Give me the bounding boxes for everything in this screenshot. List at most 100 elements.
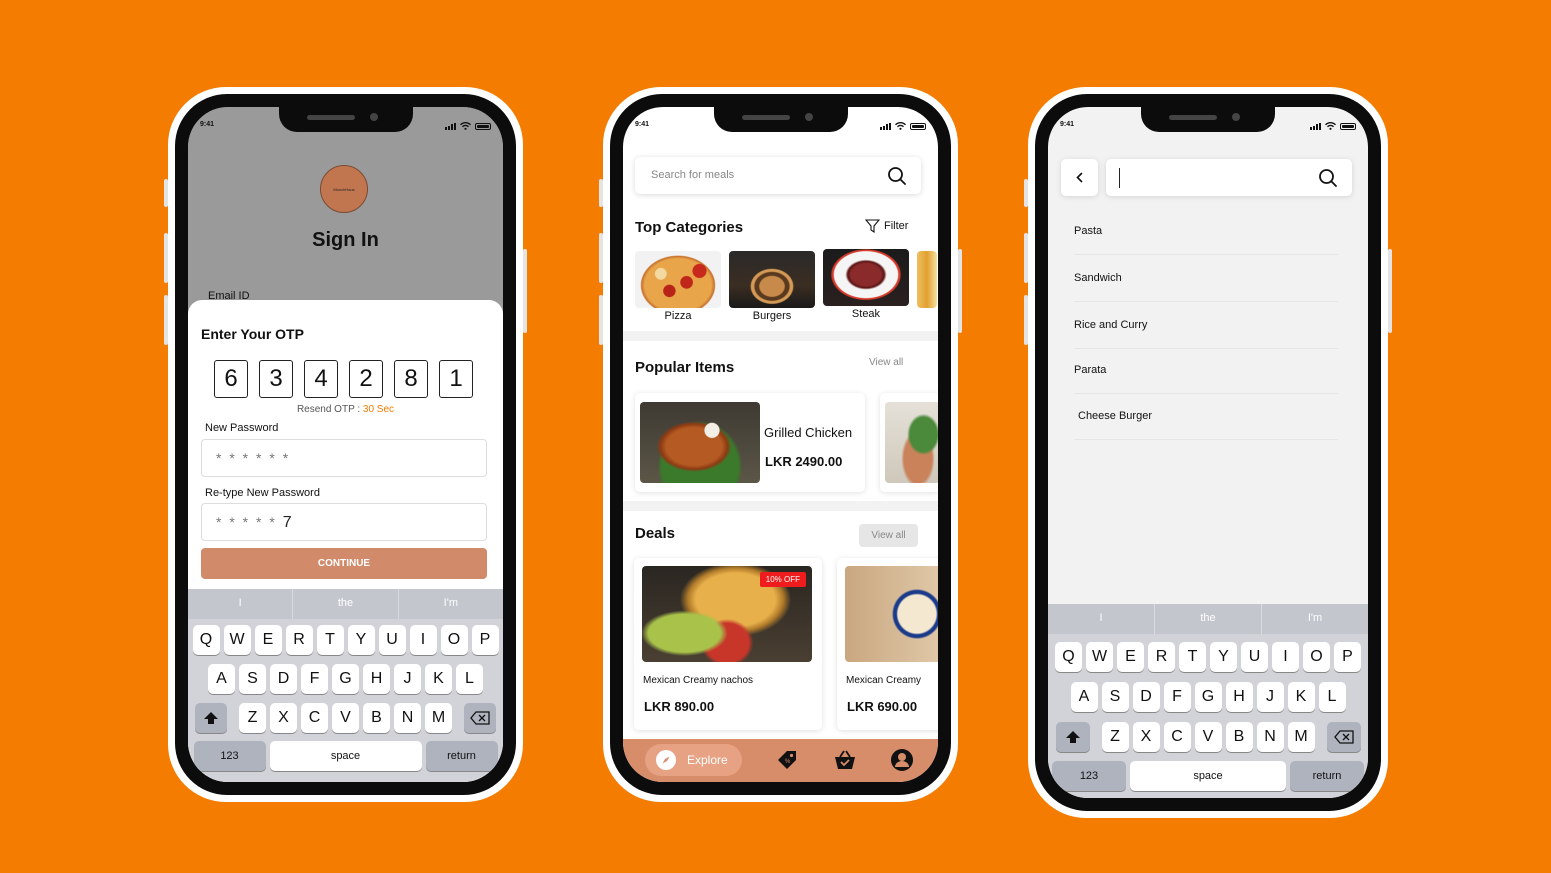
retype-password-field[interactable]: * * * * * 7 (201, 503, 487, 541)
delete-key[interactable] (464, 703, 496, 733)
basket-icon[interactable] (833, 748, 857, 772)
key-q[interactable]: Q (192, 625, 220, 655)
popular-view-all-link[interactable]: View all (869, 357, 903, 368)
key-w[interactable]: W (223, 625, 251, 655)
key-u[interactable]: U (1241, 642, 1268, 672)
key-g[interactable]: G (1194, 682, 1222, 712)
key-o[interactable]: O (440, 625, 468, 655)
key-f[interactable]: F (301, 664, 328, 694)
deals-tag-icon[interactable]: % (775, 748, 799, 772)
new-password-field[interactable]: * * * * * * (201, 439, 487, 477)
key-z[interactable]: Z (239, 703, 266, 733)
category-steak[interactable]: Steak (823, 249, 909, 320)
key-n[interactable]: N (394, 703, 421, 733)
key-e[interactable]: E (254, 625, 282, 655)
key-b[interactable]: B (363, 703, 390, 733)
continue-button[interactable]: CONTINUE (201, 548, 487, 579)
profile-icon[interactable] (890, 748, 914, 772)
key-p[interactable]: P (471, 625, 499, 655)
tab-explore[interactable]: Explore (645, 744, 742, 776)
key-o[interactable]: O (1303, 642, 1330, 672)
otp-digit-2[interactable]: 3 (259, 360, 293, 398)
filter-button[interactable]: Filter (865, 219, 908, 233)
deal-card[interactable]: 10% OFF Mexican Creamy nachos LKR 890.00 (634, 558, 822, 730)
key-t[interactable]: T (316, 625, 344, 655)
key-h[interactable]: H (363, 664, 390, 694)
key-z[interactable]: Z (1101, 722, 1129, 752)
key-d[interactable]: D (270, 664, 297, 694)
shift-key[interactable] (1055, 722, 1090, 752)
suggestion-1[interactable]: I (188, 589, 294, 619)
category-pizza[interactable]: Pizza (635, 251, 721, 322)
meal-search-input[interactable]: Search for meals (635, 157, 921, 194)
search-suggestion[interactable]: Sandwich (1074, 255, 1338, 302)
category-burgers[interactable]: Burgers (729, 251, 815, 322)
key-p[interactable]: P (1334, 642, 1361, 672)
key-u[interactable]: U (378, 625, 406, 655)
key-d[interactable]: D (1132, 682, 1160, 712)
suggestion-2[interactable]: the (293, 589, 399, 619)
key-v[interactable]: V (332, 703, 359, 733)
key-f[interactable]: F (1163, 682, 1191, 712)
search-suggestion[interactable]: Cheese Burger (1074, 393, 1338, 440)
delete-key[interactable] (1326, 722, 1361, 752)
numbers-key[interactable]: 123 (1052, 761, 1126, 791)
key-x[interactable]: X (1132, 722, 1160, 752)
search-icon[interactable] (887, 166, 907, 186)
suggestion-2[interactable]: the (1155, 604, 1262, 634)
key-k[interactable]: K (425, 664, 452, 694)
otp-digit-5[interactable]: 8 (394, 360, 428, 398)
key-q[interactable]: Q (1055, 642, 1082, 672)
key-l[interactable]: L (456, 664, 483, 694)
key-s[interactable]: S (1101, 682, 1129, 712)
resend-otp[interactable]: Resend OTP : 30 Sec (188, 404, 503, 415)
key-y[interactable]: Y (347, 625, 375, 655)
popular-item-card[interactable]: Grilled Chicken LKR 2490.00 (635, 393, 865, 492)
key-x[interactable]: X (270, 703, 297, 733)
return-key[interactable]: return (425, 741, 498, 771)
return-key[interactable]: return (1290, 761, 1364, 791)
key-k[interactable]: K (1287, 682, 1315, 712)
key-r[interactable]: R (285, 625, 313, 655)
otp-digit-4[interactable]: 2 (349, 360, 383, 398)
deals-view-all-button[interactable]: View all (859, 524, 918, 547)
key-a[interactable]: A (1070, 682, 1098, 712)
space-key[interactable]: space (269, 741, 422, 771)
key-w[interactable]: W (1086, 642, 1113, 672)
key-m[interactable]: M (425, 703, 452, 733)
key-r[interactable]: R (1148, 642, 1175, 672)
popular-item-card[interactable] (880, 393, 938, 492)
key-c[interactable]: C (301, 703, 328, 733)
suggestion-1[interactable]: I (1048, 604, 1155, 634)
key-y[interactable]: Y (1210, 642, 1237, 672)
key-j[interactable]: J (394, 664, 421, 694)
key-l[interactable]: L (1318, 682, 1346, 712)
key-i[interactable]: I (1272, 642, 1299, 672)
key-b[interactable]: B (1225, 722, 1253, 752)
key-m[interactable]: M (1287, 722, 1315, 752)
search-input[interactable] (1106, 159, 1352, 196)
shift-key[interactable] (195, 703, 227, 733)
key-j[interactable]: J (1256, 682, 1284, 712)
deal-card[interactable]: Mexican Creamy LKR 690.00 (837, 558, 938, 730)
numbers-key[interactable]: 123 (193, 741, 266, 771)
key-a[interactable]: A (208, 664, 235, 694)
key-c[interactable]: C (1163, 722, 1191, 752)
key-s[interactable]: S (239, 664, 266, 694)
space-key[interactable]: space (1130, 761, 1286, 791)
otp-digit-6[interactable]: 1 (439, 360, 473, 398)
key-v[interactable]: V (1194, 722, 1222, 752)
key-n[interactable]: N (1256, 722, 1284, 752)
key-i[interactable]: I (409, 625, 437, 655)
key-t[interactable]: T (1179, 642, 1206, 672)
search-icon[interactable] (1318, 168, 1338, 188)
suggestion-3[interactable]: I'm (399, 589, 503, 619)
suggestion-3[interactable]: I'm (1262, 604, 1368, 634)
otp-digit-1[interactable]: 6 (214, 360, 248, 398)
key-g[interactable]: G (332, 664, 359, 694)
key-e[interactable]: E (1117, 642, 1144, 672)
back-button[interactable] (1061, 159, 1098, 196)
search-suggestion[interactable]: Pasta (1074, 208, 1338, 255)
search-suggestion[interactable]: Rice and Curry (1074, 302, 1338, 349)
search-suggestion[interactable]: Parata (1074, 347, 1338, 394)
